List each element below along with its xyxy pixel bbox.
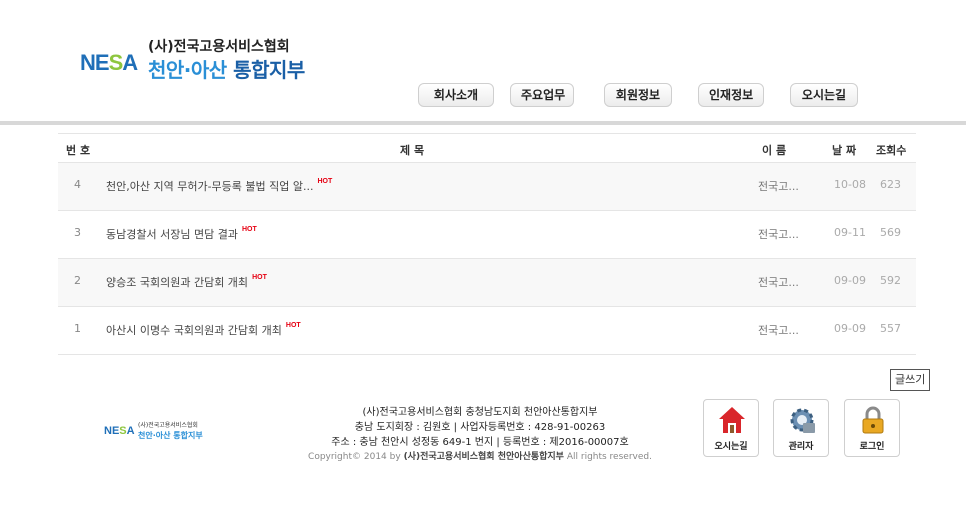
logo-branch-name: 천안·아산 통합지부 [148, 54, 305, 83]
lock-icon [862, 406, 884, 434]
nesa-logo-mark: NESA [80, 50, 138, 75]
logo-org-name: (사)전국고용서비스협회 [148, 39, 290, 55]
footer-logo-org: (사)전국고용서비스협회 [138, 422, 198, 429]
nav-company-intro[interactable]: 회사소개 [418, 83, 494, 107]
row-date: 09-09 [834, 274, 866, 287]
row-title-text: 양승조 국회의원과 간담회 개최 [106, 276, 249, 289]
col-date-header: 날 짜 [832, 144, 857, 157]
board-header-row: 번 호 제 목 이 름 날 짜 조회수 [58, 133, 916, 163]
nav-main-business[interactable]: 주요업무 [510, 83, 574, 107]
footer-logo: NESA (사)전국고용서비스협회 천안·아산 통합지부 [104, 418, 224, 448]
row-title-text: 아산시 이명수 국회의원과 간담회 개최 [106, 324, 282, 337]
col-name-header: 이 름 [762, 144, 787, 157]
row-num: 1 [74, 322, 81, 335]
table-row: 2 양승조 국회의원과 간담회 개최 HOT 전국고... 09-09 592 [58, 259, 916, 307]
quick-directions-button[interactable]: 오시는길 [703, 399, 759, 457]
hot-badge: HOT [285, 322, 301, 329]
row-author: 전국고... [758, 180, 799, 193]
board-table: 번 호 제 목 이 름 날 짜 조회수 4 천안,아산 지역 무허가-무등록 불… [58, 133, 916, 355]
footer-copyright: Copyright© 2014 by (사)전국고용서비스협회 천안아산통합지부… [280, 450, 680, 465]
row-title-text: 동남경찰서 서장님 면담 결과 [106, 228, 238, 241]
footer-info: (사)전국고용서비스협회 충청남도지회 천안아산통합지부 충남 도지회장 : 김… [280, 405, 680, 465]
row-date: 09-11 [834, 226, 866, 239]
col-num-header: 번 호 [66, 144, 91, 157]
row-num: 3 [74, 226, 81, 239]
nav-talent-info[interactable]: 인재정보 [698, 83, 764, 107]
footer-logo-branch: 천안·아산 통합지부 [138, 431, 203, 440]
nav-member-info[interactable]: 회원정보 [604, 83, 672, 107]
row-title-link[interactable]: 양승조 국회의원과 간담회 개최 HOT [106, 274, 267, 290]
page: NESA (사)전국고용서비스협회 천안·아산 통합지부 회사소개 주요업무 회… [0, 0, 966, 527]
footer-line-org: (사)전국고용서비스협회 충청남도지회 천안아산통합지부 [362, 407, 598, 418]
logo-branch-part1: 천안·아산 [148, 58, 227, 82]
table-row: 3 동남경찰서 서장님 면담 결과 HOT 전국고... 09-11 569 [58, 211, 916, 259]
table-row: 1 아산시 이명수 국회의원과 간담회 개최 HOT 전국고... 09-09 5… [58, 307, 916, 355]
hot-badge: HOT [241, 226, 257, 233]
row-author: 전국고... [758, 276, 799, 289]
row-hits: 592 [880, 274, 901, 287]
hot-badge: HOT [317, 178, 333, 185]
row-title-link[interactable]: 천안,아산 지역 무허가-무등록 불법 직업 알... HOT [106, 178, 332, 194]
row-hits: 569 [880, 226, 901, 239]
footer-nesa-mark: NESA [104, 425, 135, 437]
footer-line-address: 주소 : 충남 천안시 성정동 649-1 번지 | 등록번호 : 제2016-… [331, 437, 629, 448]
house-icon [719, 407, 745, 433]
row-date: 09-09 [834, 322, 866, 335]
header-divider [0, 121, 966, 125]
quick-login-button[interactable]: 로그인 [844, 399, 900, 457]
quick-directions-label: 오시는길 [714, 442, 748, 452]
table-row: 4 천안,아산 지역 무허가-무등록 불법 직업 알... HOT 전국고... … [58, 163, 916, 211]
row-hits: 557 [880, 322, 901, 335]
site-logo[interactable]: NESA (사)전국고용서비스협회 천안·아산 통합지부 [80, 36, 320, 83]
row-num: 4 [74, 178, 81, 191]
gear-icon [790, 408, 815, 433]
hot-badge: HOT [252, 274, 267, 281]
quick-admin-label: 관리자 [788, 442, 814, 452]
row-hits: 623 [880, 178, 901, 191]
row-author: 전국고... [758, 228, 799, 241]
copyright-org: (사)전국고용서비스협회 천안아산통합지부 [403, 452, 564, 462]
row-author: 전국고... [758, 324, 799, 337]
logo-branch-part2: 통합지부 [233, 58, 305, 82]
write-button[interactable]: 글쓰기 [890, 369, 931, 391]
footer-line-rep: 충남 도지회장 : 김원호 | 사업자등록번호 : 428-91-00263 [354, 422, 606, 433]
col-hits-header: 조회수 [876, 144, 907, 157]
copyright-prefix: Copyright© 2014 by [308, 452, 401, 462]
quick-admin-button[interactable]: 관리자 [773, 399, 829, 457]
row-title-link[interactable]: 아산시 이명수 국회의원과 간담회 개최 HOT [106, 322, 301, 338]
row-num: 2 [74, 274, 81, 287]
col-title-header: 제 목 [400, 144, 425, 157]
nav-directions[interactable]: 오시는길 [790, 83, 858, 107]
copyright-suffix: All rights reserved. [566, 452, 652, 462]
quick-login-label: 로그인 [859, 442, 885, 452]
row-title-text: 천안,아산 지역 무허가-무등록 불법 직업 알... [106, 180, 314, 193]
row-title-link[interactable]: 동남경찰서 서장님 면담 결과 HOT [106, 226, 257, 242]
row-date: 10-08 [834, 178, 866, 191]
